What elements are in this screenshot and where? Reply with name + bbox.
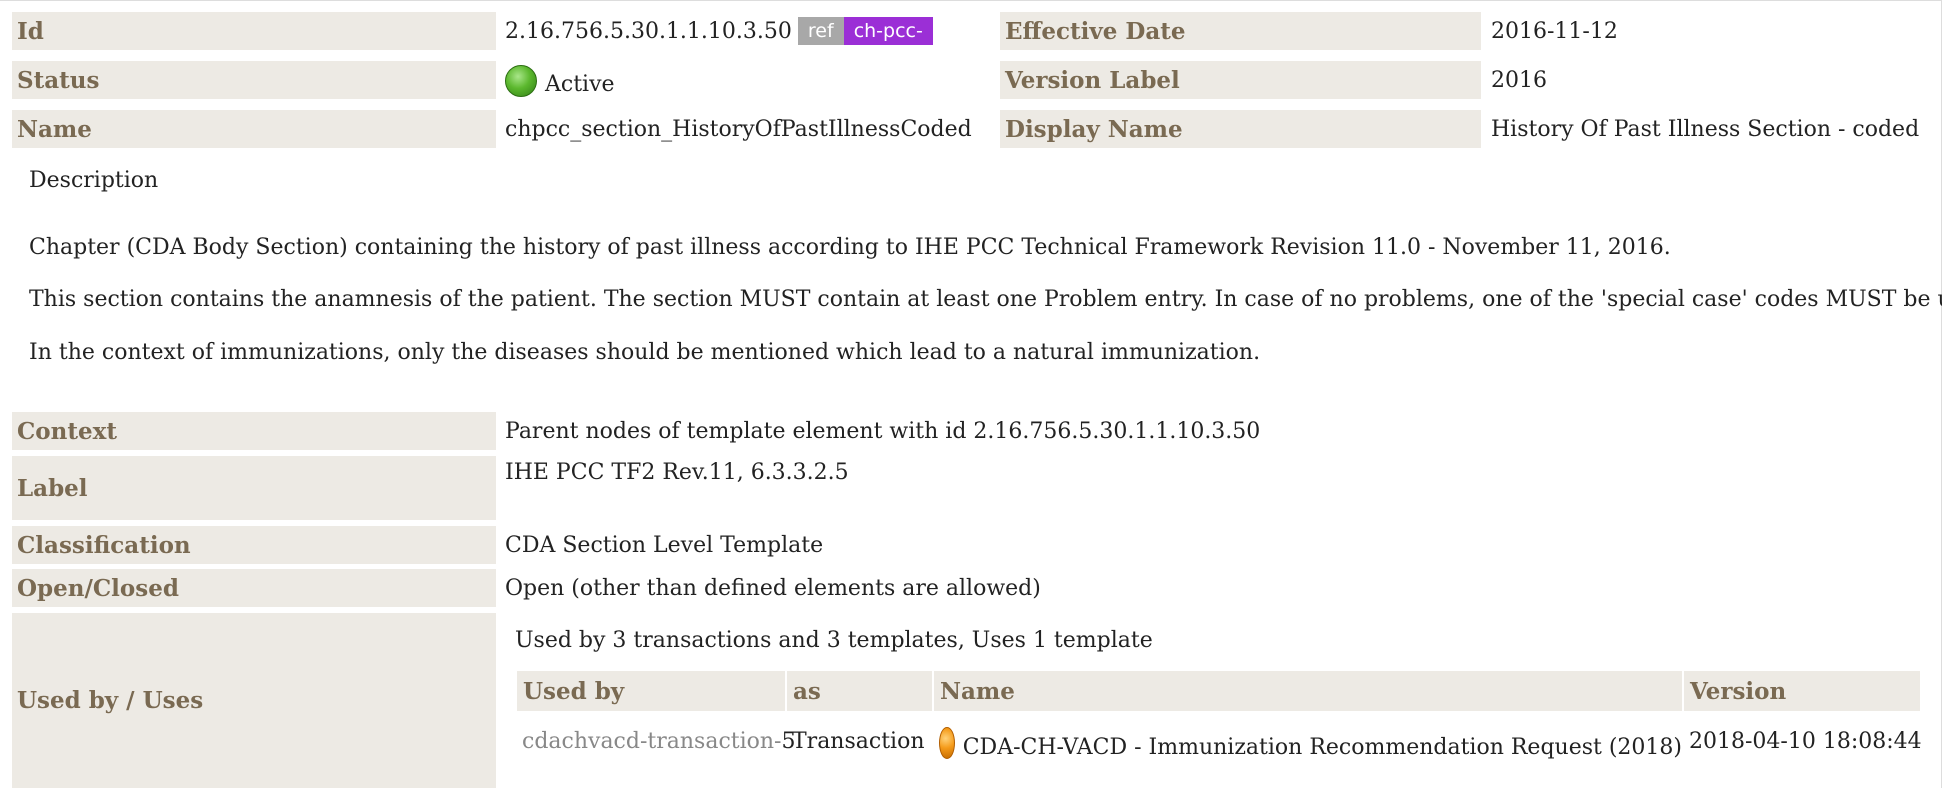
usage-row-name[interactable]: CDA-CH-VACD - Immunization Recommendatio…	[963, 727, 1682, 760]
effective-date-label: Effective Date	[1000, 12, 1481, 50]
description-paragraph-1: Chapter (CDA Body Section) containing th…	[29, 235, 1671, 260]
usage-row-version: 2018-04-10 18:08:44	[1689, 728, 1922, 754]
context-label: Context	[12, 412, 496, 450]
id-label: Id	[12, 12, 496, 50]
usage-row-used-by[interactable]: cdachvacd-transaction- 5	[517, 722, 796, 760]
used-by-summary: Used by 3 transactions and 3 templates, …	[515, 627, 1153, 653]
name-label: Name	[12, 110, 496, 148]
open-closed-value: Open (other than defined elements are al…	[505, 575, 1041, 601]
classification-label: Classification	[12, 526, 496, 564]
used-by-label: Used by / Uses	[12, 613, 496, 788]
transaction-link-prefix[interactable]: cdachvacd-transaction-	[522, 729, 782, 754]
display-name-label: Display Name	[1000, 110, 1481, 148]
id-value: 2.16.756.5.30.1.1.10.3.50	[505, 18, 792, 44]
status-active-icon	[505, 65, 537, 97]
description-paragraph-3: In the context of immunizations, only th…	[29, 340, 1261, 365]
usage-row-as: Transaction	[792, 728, 925, 754]
label-value: IHE PCC TF2 Rev.11, 6.3.3.2.5	[505, 460, 849, 485]
usage-col-used-by: Used by	[517, 671, 785, 711]
version-label-label: Version Label	[1000, 61, 1481, 99]
usage-row-name-cell[interactable]: CDA-CH-VACD - Immunization Recommendatio…	[934, 720, 1682, 766]
status-label: Status	[12, 61, 496, 99]
description-paragraph-2: This section contains the anamnesis of t…	[29, 287, 1942, 312]
classification-value: CDA Section Level Template	[505, 532, 824, 558]
display-name-value: History Of Past Illness Section - coded	[1491, 116, 1920, 142]
usage-col-name: Name	[934, 671, 1682, 711]
effective-date-value: 2016-11-12	[1491, 18, 1618, 44]
usage-col-version: Version	[1684, 671, 1920, 711]
prefix-tag[interactable]: ch-pcc-	[843, 17, 933, 45]
description-heading: Description	[29, 168, 159, 193]
transaction-status-icon	[939, 727, 955, 759]
ref-tag[interactable]: ref	[797, 17, 844, 45]
open-closed-label: Open/Closed	[12, 569, 496, 607]
version-label-value: 2016	[1491, 67, 1547, 93]
label-label: Label	[12, 456, 496, 520]
name-value: chpcc_section_HistoryOfPastIllnessCoded	[505, 116, 972, 142]
status-value: Active	[545, 71, 615, 97]
status-value-cell: Active	[500, 59, 995, 103]
id-value-cell: 2.16.756.5.30.1.1.10.3.50 ref ch-pcc-	[500, 12, 995, 50]
usage-col-as: as	[787, 671, 932, 711]
context-value: Parent nodes of template element with id…	[505, 418, 1261, 444]
